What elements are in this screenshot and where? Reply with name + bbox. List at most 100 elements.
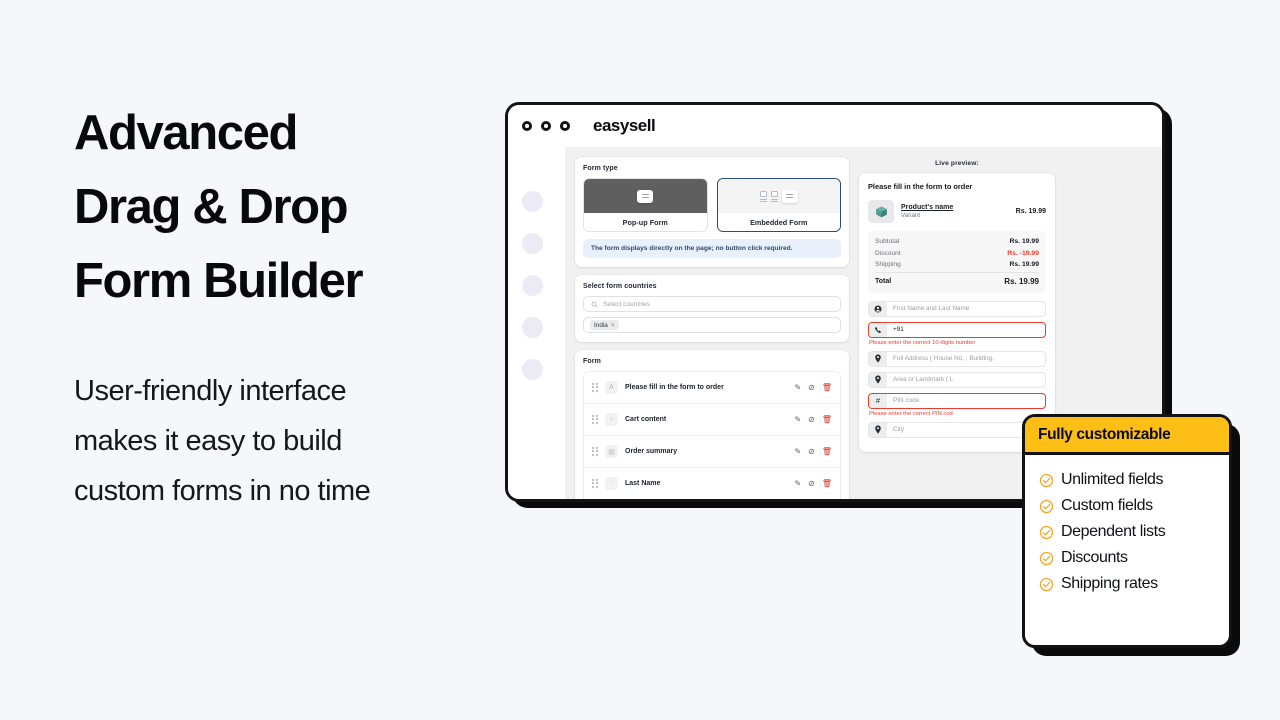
- row-actions: ✎ ⊘ 🗑: [794, 415, 832, 424]
- country-chip-remove-icon[interactable]: ×: [611, 322, 615, 329]
- popup-form-illustration: [584, 179, 707, 213]
- form-type-option-embedded[interactable]: Embedded Form: [716, 178, 841, 232]
- form-countries-card: Select form countries Select countries I…: [575, 275, 849, 342]
- total-row-discount: Discount Rs. -19.99: [875, 247, 1039, 258]
- sidebar-item-4[interactable]: [521, 317, 543, 338]
- hide-icon[interactable]: ⊘: [808, 447, 815, 456]
- preview-heading: Please fill in the form to order: [868, 182, 973, 191]
- location-icon: [869, 372, 887, 387]
- product-image-icon: [868, 200, 894, 223]
- pincode-field-error: Please enter the correct PIN cod: [869, 410, 953, 417]
- table-row[interactable]: ◌ Last Name ✎ ⊘ 🗑: [584, 468, 840, 499]
- pincode-field[interactable]: # PIN code: [868, 392, 1046, 409]
- page-title: Advanced Drag & Drop Form Builder: [74, 96, 494, 318]
- feature-label: Shipping rates: [1061, 575, 1158, 592]
- list-item: Discounts: [1039, 549, 1229, 567]
- sidebar-item-2[interactable]: [521, 233, 543, 254]
- form-field-name: Please fill in the form to order: [625, 384, 724, 391]
- window-dot-close-icon[interactable]: [522, 121, 532, 131]
- total-row-subtotal: Subtotal Rs. 19.99: [875, 236, 1039, 247]
- embedded-form-illustration: [717, 179, 840, 213]
- pincode-field-value: PIN code: [893, 397, 920, 405]
- feature-label: Discounts: [1061, 549, 1128, 566]
- list-item: Unlimited fields: [1039, 471, 1229, 489]
- city-field[interactable]: City: [868, 421, 1046, 438]
- cart-icon: ○: [605, 413, 618, 426]
- table-row[interactable]: ✆ Phone ✎ ⊘ 🗑: [584, 500, 840, 502]
- check-circle-icon: [1039, 525, 1054, 539]
- product-price: Rs. 19.99: [1015, 208, 1046, 215]
- window-dot-maximize-icon[interactable]: [560, 121, 570, 131]
- delete-icon[interactable]: 🗑: [822, 383, 832, 392]
- form-type-info-banner: The form displays directly on the page; …: [583, 239, 841, 258]
- embedded-window-icon: [781, 189, 798, 203]
- total-value: Rs. 19.99: [1009, 260, 1039, 268]
- drag-handle-icon[interactable]: [592, 414, 598, 425]
- area-field[interactable]: Area or Landmark ( L: [868, 371, 1046, 388]
- search-icon: [591, 301, 598, 308]
- total-label: Discount: [875, 249, 901, 257]
- drag-handle-icon[interactable]: [592, 382, 598, 393]
- window-dot-minimize-icon[interactable]: [541, 121, 551, 131]
- summary-icon: ▤: [605, 445, 618, 458]
- table-row[interactable]: ▤ Order summary ✎ ⊘ 🗑: [584, 436, 840, 468]
- delete-icon[interactable]: 🗑: [822, 415, 832, 424]
- brand-logo: easysell: [593, 116, 656, 135]
- delete-icon[interactable]: 🗑: [822, 479, 832, 488]
- drag-handle-icon[interactable]: [592, 446, 598, 457]
- edit-icon[interactable]: ✎: [794, 383, 801, 392]
- sidebar-item-3[interactable]: [521, 275, 543, 296]
- hide-icon[interactable]: ⊘: [808, 415, 815, 424]
- phone-field-value: +91: [893, 326, 904, 334]
- table-row[interactable]: A Please fill in the form to order ✎ ⊘ 🗑: [584, 372, 840, 404]
- product-variant: Variant: [901, 212, 921, 220]
- feature-label: Unlimited fields: [1061, 471, 1164, 488]
- country-chip-india[interactable]: India ×: [590, 320, 619, 330]
- country-search-input[interactable]: Select countries: [583, 296, 841, 312]
- delete-icon[interactable]: 🗑: [822, 447, 832, 456]
- form-fields-card: Form A Please fill in the form to order …: [575, 350, 849, 502]
- table-row[interactable]: ○ Cart content ✎ ⊘ 🗑: [584, 404, 840, 436]
- location-icon: [869, 351, 887, 366]
- address-field-value: Full Address ( House No. , Building,: [893, 355, 994, 363]
- check-circle-icon: [1039, 499, 1054, 513]
- hide-icon[interactable]: ⊘: [808, 479, 815, 488]
- product-info: Product's name Variant: [901, 204, 1009, 220]
- selected-countries-box[interactable]: India ×: [583, 317, 841, 333]
- sidebar-spacer: [556, 147, 565, 499]
- form-type-option-popup[interactable]: Pop-up Form: [583, 178, 708, 232]
- phone-field[interactable]: +91: [868, 321, 1046, 338]
- form-countries-label: Select form countries: [583, 283, 657, 290]
- sidebar-item-1[interactable]: [521, 191, 543, 212]
- sidebar-item-5[interactable]: [521, 359, 543, 380]
- form-fields-list: A Please fill in the form to order ✎ ⊘ 🗑: [583, 371, 841, 502]
- address-field[interactable]: Full Address ( House No. , Building,: [868, 350, 1046, 367]
- hash-icon: #: [869, 393, 887, 408]
- subheadline: User-friendly interface makes it easy to…: [74, 366, 494, 516]
- popup-window-icon: [637, 189, 654, 203]
- form-type-label: Form type: [583, 165, 618, 172]
- list-item: Shipping rates: [1039, 575, 1229, 593]
- name-field[interactable]: First Name and Last Name: [868, 300, 1046, 317]
- window-titlebar: easysell: [508, 105, 1162, 147]
- marketing-copy: Advanced Drag & Drop Form Builder User-f…: [74, 96, 494, 516]
- total-label: Total: [875, 277, 892, 285]
- phone-field-error: Please enter the correct 10-digits numbe…: [869, 339, 976, 346]
- form-type-card: Form type Pop-up Form Embedded Form The …: [575, 157, 849, 267]
- drag-handle-icon[interactable]: [592, 478, 598, 489]
- check-circle-icon: [1039, 551, 1054, 565]
- edit-icon[interactable]: ✎: [794, 415, 801, 424]
- product-name[interactable]: Product's name: [901, 204, 1009, 211]
- edit-icon[interactable]: ✎: [794, 447, 801, 456]
- hide-icon[interactable]: ⊘: [808, 383, 815, 392]
- edit-icon[interactable]: ✎: [794, 479, 801, 488]
- area-field-value: Area or Landmark ( L: [893, 376, 954, 384]
- promo-banner: Advanced Drag & Drop Form Builder User-f…: [0, 0, 1280, 720]
- form-fields-label: Form: [583, 358, 601, 365]
- total-value: Rs. 19.99: [1009, 238, 1039, 246]
- form-type-option-embedded-label: Embedded Form: [717, 213, 840, 231]
- feature-list: Unlimited fields Custom fields Dependent…: [1025, 455, 1229, 593]
- form-type-options: Pop-up Form Embedded Form: [583, 178, 841, 232]
- live-preview-title: Live preview:: [935, 160, 979, 167]
- total-value: Rs. 19.99: [1004, 276, 1039, 286]
